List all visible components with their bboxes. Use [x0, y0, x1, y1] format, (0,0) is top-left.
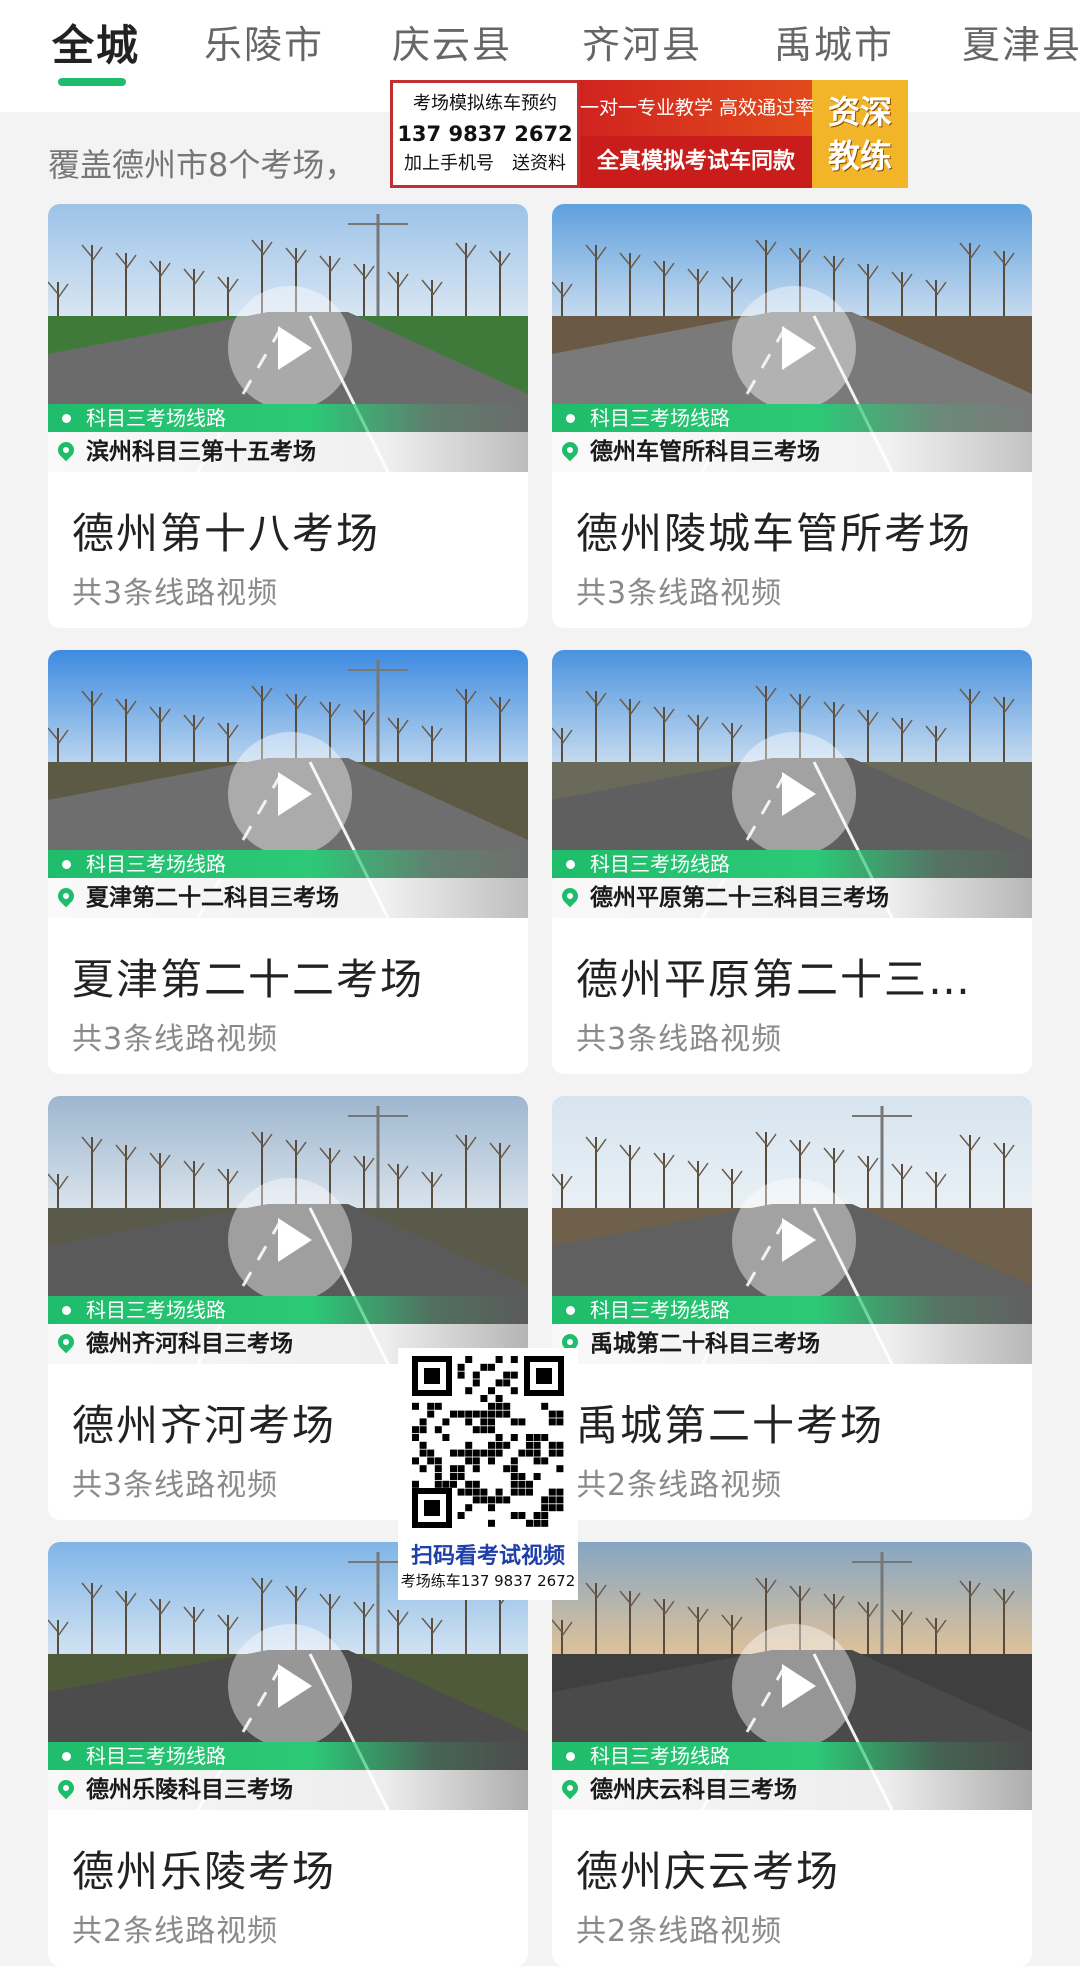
play-icon[interactable] — [732, 1624, 856, 1748]
location-pin-icon — [558, 884, 582, 908]
ad-line3: 加上手机号 送资料 — [404, 153, 566, 174]
play-icon[interactable] — [228, 732, 352, 856]
ad-phone: 137 9837 2672 — [397, 122, 573, 146]
card-video-count: 共3条线路视频 — [576, 576, 783, 611]
exam-site-card[interactable]: 科目三考场线路 德州庆云科目三考场 德州庆云考场 共2条线路视频 — [552, 1542, 1032, 1966]
video-thumbnail[interactable]: 科目三考场线路 德州平原第二十三科目三考场 — [552, 650, 1032, 918]
qr-caption: 扫码看考试视频 — [410, 1544, 565, 1569]
location-text: 德州车管所科目三考场 — [590, 439, 820, 465]
ad-slogan-top: 一对一专业教学 高效通过率 — [580, 80, 814, 136]
location-text: 德州庆云科目三考场 — [590, 1777, 797, 1803]
route-tag: 科目三考场线路 — [552, 850, 1032, 878]
route-tag: 科目三考场线路 — [552, 1742, 1032, 1770]
card-title: 德州乐陵考场 — [72, 1847, 337, 1896]
ad-line1: 考场模拟练车预约 — [413, 93, 557, 114]
location-pin-icon — [558, 438, 582, 462]
location-label: 德州平原第二十三科目三考场 — [552, 878, 1032, 918]
location-pin-icon — [54, 1330, 78, 1354]
location-text: 夏津第二十二科目三考场 — [86, 885, 339, 911]
location-text: 德州齐河科目三考场 — [86, 1331, 293, 1357]
exam-site-card[interactable]: 科目三考场线路 滨州科目三第十五考场 德州第十八考场 共3条线路视频 — [48, 204, 528, 628]
play-icon[interactable] — [732, 286, 856, 410]
play-icon[interactable] — [732, 1178, 856, 1302]
video-thumbnail[interactable]: 科目三考场线路 德州车管所科目三考场 — [552, 204, 1032, 472]
card-video-count: 共3条线路视频 — [72, 1022, 279, 1057]
ad-slogan: 一对一专业教学 高效通过率 全真模拟考试车同款 — [580, 80, 814, 188]
location-text: 禹城第二十科目三考场 — [590, 1331, 820, 1357]
route-tag: 科目三考场线路 — [48, 850, 528, 878]
video-thumbnail[interactable]: 科目三考场线路 德州齐河科目三考场 — [48, 1096, 528, 1364]
card-video-count: 共3条线路视频 — [72, 1468, 279, 1503]
exam-site-card[interactable]: 科目三考场线路 夏津第二十二科目三考场 夏津第二十二考场 共3条线路视频 — [48, 650, 528, 1074]
location-pin-icon — [54, 884, 78, 908]
tab-laoling[interactable]: 乐陵市 — [204, 14, 324, 69]
location-label: 夏津第二十二科目三考场 — [48, 878, 528, 918]
card-title: 德州庆云考场 — [576, 1847, 841, 1896]
location-pin-icon — [54, 438, 78, 462]
location-pin-icon — [558, 1776, 582, 1800]
qr-code-overlay[interactable]: 扫码看考试视频 考场练车137 9837 2672 — [398, 1348, 578, 1600]
location-text: 德州乐陵科目三考场 — [86, 1777, 293, 1803]
video-thumbnail[interactable]: 科目三考场线路 夏津第二十二科目三考场 — [48, 650, 528, 918]
card-title: 夏津第二十二考场 — [72, 955, 425, 1004]
video-thumbnail[interactable]: 科目三考场线路 滨州科目三第十五考场 — [48, 204, 528, 472]
card-title: 德州平原第二十三… — [576, 955, 973, 1004]
play-icon[interactable] — [228, 1178, 352, 1302]
play-icon[interactable] — [732, 732, 856, 856]
exam-site-card[interactable]: 科目三考场线路 德州车管所科目三考场 德州陵城车管所考场 共3条线路视频 — [552, 204, 1032, 628]
ad-contact-box: 考场模拟练车预约 137 9837 2672 加上手机号 送资料 — [390, 80, 580, 188]
ad-badge: 资深 教练 — [812, 80, 908, 188]
card-video-count: 共2条线路视频 — [576, 1914, 783, 1949]
play-icon[interactable] — [228, 286, 352, 410]
card-video-count: 共3条线路视频 — [576, 1022, 783, 1057]
tab-all-city[interactable]: 全城 — [52, 12, 140, 73]
route-tag: 科目三考场线路 — [48, 1296, 528, 1324]
location-pin-icon — [54, 1776, 78, 1800]
exam-site-card[interactable]: 科目三考场线路 德州乐陵科目三考场 德州乐陵考场 共2条线路视频 — [48, 1542, 528, 1966]
location-label: 滨州科目三第十五考场 — [48, 432, 528, 472]
card-video-count: 共2条线路视频 — [576, 1468, 783, 1503]
card-video-count: 共3条线路视频 — [72, 576, 279, 611]
qr-code-icon — [408, 1352, 568, 1532]
video-thumbnail[interactable]: 科目三考场线路 禹城第二十科目三考场 — [552, 1096, 1032, 1364]
route-tag: 科目三考场线路 — [552, 1296, 1032, 1324]
exam-site-card[interactable]: 科目三考场线路 德州平原第二十三科目三考场 德州平原第二十三… 共3条线路视频 — [552, 650, 1032, 1074]
coverage-text: 覆盖德州市8个考场， — [48, 146, 357, 184]
tab-yucheng[interactable]: 禹城市 — [774, 14, 894, 69]
route-tag: 科目三考场线路 — [552, 404, 1032, 432]
location-label: 禹城第二十科目三考场 — [552, 1324, 1032, 1364]
exam-site-card[interactable]: 科目三考场线路 禹城第二十科目三考场 禹城第二十考场 共2条线路视频 — [552, 1096, 1032, 1520]
video-thumbnail[interactable]: 科目三考场线路 德州庆云科目三考场 — [552, 1542, 1032, 1810]
route-tag: 科目三考场线路 — [48, 1742, 528, 1770]
ad-slogan-bottom: 全真模拟考试车同款 — [580, 136, 812, 188]
tab-qihe[interactable]: 齐河县 — [582, 14, 702, 69]
location-text: 滨州科目三第十五考场 — [86, 439, 316, 465]
card-title: 德州陵城车管所考场 — [576, 509, 973, 558]
location-text: 德州平原第二十三科目三考场 — [590, 885, 889, 911]
play-icon[interactable] — [228, 1624, 352, 1748]
ad-banner[interactable]: 考场模拟练车预约 137 9837 2672 加上手机号 送资料 一对一专业教学… — [390, 80, 908, 188]
location-label: 德州庆云科目三考场 — [552, 1770, 1032, 1810]
qr-phone-line: 考场练车137 9837 2672 — [400, 1572, 576, 1590]
active-tab-indicator — [58, 78, 126, 86]
location-label: 德州车管所科目三考场 — [552, 432, 1032, 472]
card-video-count: 共2条线路视频 — [72, 1914, 279, 1949]
card-title: 禹城第二十考场 — [576, 1401, 885, 1450]
tab-xiajin[interactable]: 夏津县 — [962, 14, 1080, 69]
tab-qingyun[interactable]: 庆云县 — [392, 14, 512, 69]
ad-badge-line2: 教练 — [827, 137, 892, 175]
card-title: 德州第十八考场 — [72, 509, 381, 558]
ad-badge-line1: 资深 — [827, 93, 892, 131]
route-tag: 科目三考场线路 — [48, 404, 528, 432]
location-label: 德州乐陵科目三考场 — [48, 1770, 528, 1810]
